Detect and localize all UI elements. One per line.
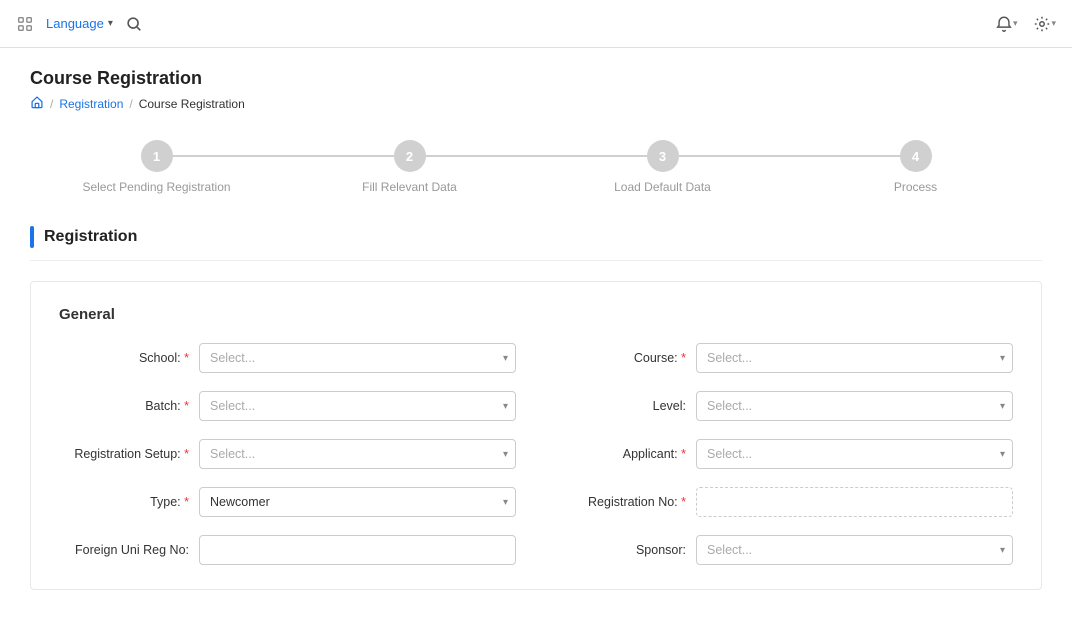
topnav-left: Language ▾	[16, 15, 143, 33]
school-required: *	[184, 351, 189, 365]
chevron-down-icon: ▾	[108, 18, 113, 29]
registration-setup-label: Registration Setup: *	[59, 447, 189, 461]
registration-no-row: Registration No: *	[556, 487, 1013, 517]
type-row: Type: * Newcomer Returning ▾	[59, 487, 516, 517]
type-required: *	[184, 495, 189, 509]
foreign-uni-reg-no-control	[199, 535, 516, 565]
step-label-1: Select Pending Registration	[82, 180, 230, 194]
breadcrumb: / Registration / Course Registration	[30, 95, 1042, 112]
main-content: Course Registration / Registration / Cou…	[0, 48, 1072, 630]
batch-label: Batch: *	[59, 399, 189, 413]
applicant-select[interactable]: Select...	[696, 439, 1013, 469]
applicant-row: Applicant: * Select... ▾	[556, 439, 1013, 469]
search-icon[interactable]	[125, 15, 143, 33]
step-circle-3: 3	[647, 140, 679, 172]
step-label-3: Load Default Data	[614, 180, 711, 194]
batch-control: Select... ▾	[199, 391, 516, 421]
step-circle-1: 1	[141, 140, 173, 172]
applicant-label: Applicant: *	[556, 447, 686, 461]
course-control: Select... ▾	[696, 343, 1013, 373]
registration-setup-row: Registration Setup: * Select... ▾	[59, 439, 516, 469]
section-bar	[30, 226, 34, 248]
applicant-required: *	[681, 447, 686, 461]
foreign-uni-reg-no-input[interactable]	[199, 535, 516, 565]
stepper: 1 Select Pending Registration 2 Fill Rel…	[30, 140, 1042, 194]
type-control: Newcomer Returning ▾	[199, 487, 516, 517]
course-select[interactable]: Select...	[696, 343, 1013, 373]
home-icon[interactable]	[30, 95, 44, 112]
settings-icon[interactable]: ▾	[1033, 15, 1056, 33]
course-required: *	[681, 351, 686, 365]
batch-row: Batch: * Select... ▾	[59, 391, 516, 421]
bell-chevron-icon: ▾	[1013, 18, 1018, 29]
course-row: Course: * Select... ▾	[556, 343, 1013, 373]
level-label: Level:	[556, 399, 686, 413]
batch-required: *	[184, 399, 189, 413]
section-header: Registration	[30, 226, 1042, 261]
level-select[interactable]: Select...	[696, 391, 1013, 421]
sponsor-label: Sponsor:	[556, 543, 686, 557]
breadcrumb-sep-1: /	[50, 97, 53, 111]
foreign-uni-reg-no-label: Foreign Uni Reg No:	[59, 543, 189, 557]
school-label: School: *	[59, 351, 189, 365]
topnav: Language ▾ ▾ ▾	[0, 0, 1072, 48]
bell-icon[interactable]: ▾	[995, 15, 1018, 33]
registration-setup-select[interactable]: Select...	[199, 439, 516, 469]
language-label: Language	[46, 16, 104, 31]
step-1: 1 Select Pending Registration	[30, 140, 283, 194]
form-grid: School: * Select... ▾ Course: *	[59, 343, 1013, 565]
general-form-section: General School: * Select... ▾	[30, 281, 1042, 590]
general-title: General	[59, 306, 1013, 323]
section-title: Registration	[44, 228, 137, 246]
applicant-control: Select... ▾	[696, 439, 1013, 469]
school-row: School: * Select... ▾	[59, 343, 516, 373]
school-control: Select... ▾	[199, 343, 516, 373]
course-label: Course: *	[556, 351, 686, 365]
step-3: 3 Load Default Data	[536, 140, 789, 194]
sponsor-select[interactable]: Select...	[696, 535, 1013, 565]
registration-no-input[interactable]	[696, 487, 1013, 517]
breadcrumb-current: Course Registration	[139, 97, 245, 111]
registration-no-label: Registration No: *	[556, 495, 686, 509]
registration-no-required: *	[681, 495, 686, 509]
registration-setup-required: *	[184, 447, 189, 461]
level-row: Level: Select... ▾	[556, 391, 1013, 421]
school-select[interactable]: Select...	[199, 343, 516, 373]
sponsor-control: Select... ▾	[696, 535, 1013, 565]
breadcrumb-sep-2: /	[129, 97, 132, 111]
step-4: 4 Process	[789, 140, 1042, 194]
batch-select[interactable]: Select...	[199, 391, 516, 421]
breadcrumb-registration[interactable]: Registration	[59, 97, 123, 111]
step-circle-2: 2	[394, 140, 426, 172]
step-label-2: Fill Relevant Data	[362, 180, 457, 194]
language-button[interactable]: Language ▾	[46, 16, 113, 31]
registration-no-control	[696, 487, 1013, 517]
grid-icon[interactable]	[16, 15, 34, 33]
gear-chevron-icon: ▾	[1051, 18, 1056, 29]
sponsor-row: Sponsor: Select... ▾	[556, 535, 1013, 565]
foreign-uni-reg-no-row: Foreign Uni Reg No:	[59, 535, 516, 565]
registration-setup-control: Select... ▾	[199, 439, 516, 469]
step-circle-4: 4	[900, 140, 932, 172]
type-label: Type: *	[59, 495, 189, 509]
type-select[interactable]: Newcomer Returning	[199, 487, 516, 517]
page-title: Course Registration	[30, 68, 1042, 89]
level-control: Select... ▾	[696, 391, 1013, 421]
step-2: 2 Fill Relevant Data	[283, 140, 536, 194]
topnav-right: ▾ ▾	[995, 15, 1056, 33]
step-label-4: Process	[894, 180, 937, 194]
